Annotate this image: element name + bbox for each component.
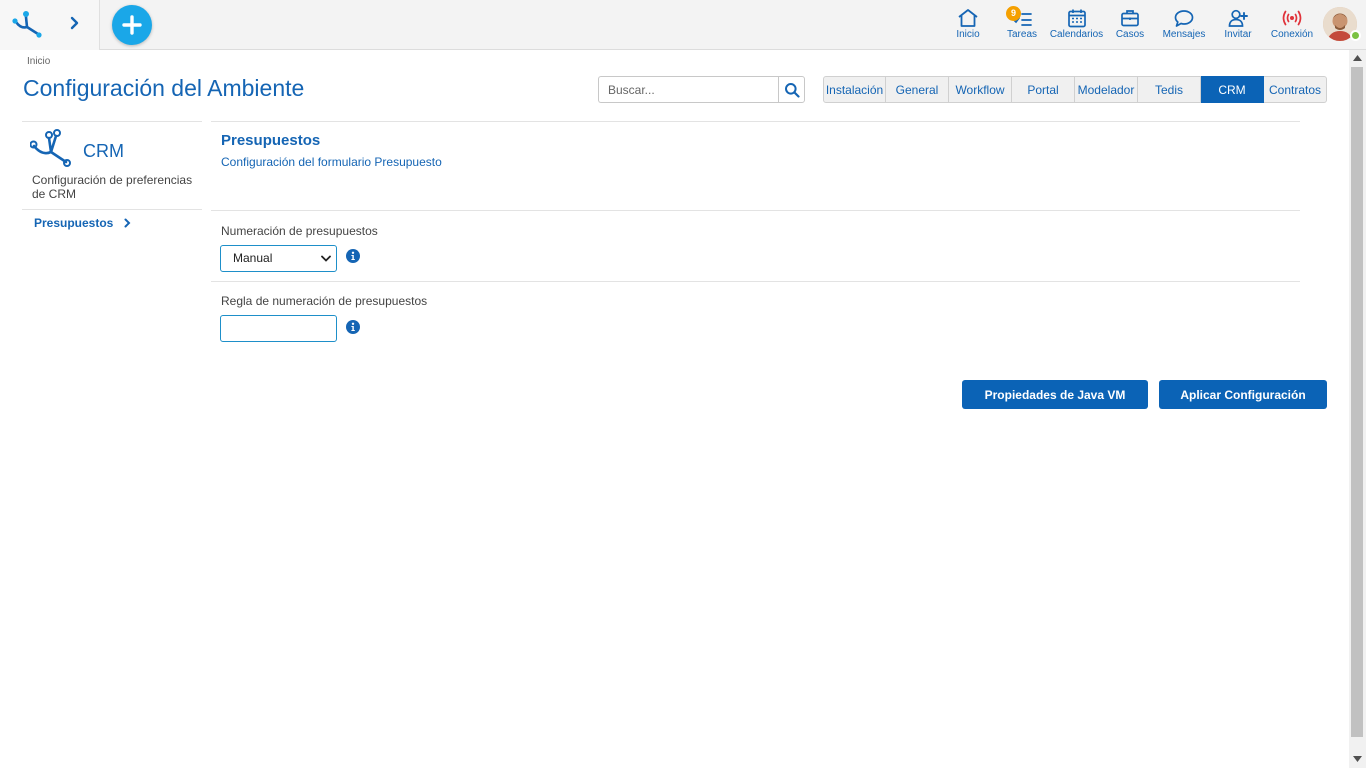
sidebar-top-divider (22, 121, 202, 122)
regla-label: Regla de numeración de presupuestos (221, 294, 428, 308)
scroll-up-arrow-icon[interactable] (1353, 55, 1362, 61)
nav-casos[interactable]: Casos (1113, 0, 1147, 50)
chevron-down-icon (321, 255, 331, 262)
tab-tedis[interactable]: Tedis (1138, 76, 1201, 103)
numeracion-select[interactable]: Manual (220, 245, 337, 272)
nav-calendarios[interactable]: Calendarios (1049, 0, 1104, 50)
search-icon (785, 83, 800, 98)
online-status-dot (1350, 30, 1361, 41)
sidebar-divider (22, 209, 202, 210)
nav-invitar[interactable]: Invitar (1222, 0, 1254, 50)
sidebar-title: CRM (83, 141, 124, 161)
regla-input[interactable] (220, 315, 337, 342)
chevron-right-icon (124, 218, 131, 228)
numeracion-label: Numeración de presupuestos (221, 224, 378, 238)
section-title: Presupuestos (221, 132, 321, 149)
java-vm-properties-button[interactable]: Propiedades de Java VM (962, 380, 1148, 409)
brand-area (0, 0, 100, 50)
tab-instalacion[interactable]: Instalación (823, 76, 886, 103)
nav-tareas-label: Tareas (1006, 29, 1037, 40)
tab-modelador[interactable]: Modelador (1075, 76, 1138, 103)
nav-inicio-label: Inicio (956, 29, 980, 40)
chat-icon (1174, 10, 1194, 27)
nav-calendarios-label: Calendarios (1049, 29, 1104, 40)
home-icon (958, 9, 978, 27)
apply-configuration-button[interactable]: Aplicar Configuración (1159, 380, 1327, 409)
nav-mensajes[interactable]: Mensajes (1162, 0, 1206, 50)
tab-general[interactable]: General (886, 76, 949, 103)
add-user-icon (1228, 9, 1248, 27)
briefcase-icon (1121, 10, 1139, 27)
sidebar-item-label: Presupuestos (34, 216, 114, 230)
scrollbar-thumb[interactable] (1351, 67, 1363, 737)
nav-conexion-label: Conexión (1270, 29, 1314, 40)
content-top-divider (211, 121, 1300, 122)
calendar-icon (1067, 9, 1086, 28)
create-new-button[interactable] (112, 5, 152, 45)
config-tabs: Instalación General Workflow Portal Mode… (823, 76, 1327, 103)
section-subtitle: Configuración del formulario Presupuesto (221, 155, 442, 169)
numeracion-selected-value: Manual (233, 251, 273, 265)
nav-tareas[interactable]: 9 Tareas (1003, 0, 1041, 50)
sidebar-description: Configuración de preferencias de CRM (32, 173, 193, 201)
nav-invitar-label: Invitar (1224, 29, 1252, 40)
search-input[interactable] (598, 76, 779, 103)
info-icon[interactable] (346, 320, 360, 334)
field-divider (211, 281, 1300, 282)
tab-crm[interactable]: CRM (1201, 76, 1264, 103)
top-bar: Inicio 9 Tareas Calendarios Casos Mensaj… (0, 0, 1366, 50)
nav-casos-label: Casos (1115, 29, 1145, 40)
tab-contratos[interactable]: Contratos (1264, 76, 1327, 103)
app-logo-icon[interactable] (12, 9, 42, 39)
scroll-down-arrow-icon[interactable] (1353, 756, 1362, 762)
page-title: Configuración del Ambiente (23, 75, 305, 101)
broadcast-icon (1282, 10, 1302, 26)
chevron-right-icon[interactable] (68, 14, 82, 32)
info-icon[interactable] (346, 249, 360, 263)
tab-workflow[interactable]: Workflow (949, 76, 1012, 103)
crm-logo-icon (30, 129, 71, 167)
nav-inicio[interactable]: Inicio (950, 0, 986, 50)
search-button[interactable] (778, 76, 805, 103)
tab-portal[interactable]: Portal (1012, 76, 1075, 103)
tasks-badge: 9 (1006, 6, 1021, 21)
nav-mensajes-label: Mensajes (1162, 29, 1206, 40)
breadcrumb[interactable]: Inicio (27, 56, 50, 67)
plus-icon (122, 15, 142, 35)
section-divider (211, 210, 1300, 211)
sidebar-item-presupuestos[interactable]: Presupuestos (34, 215, 131, 231)
nav-conexion[interactable]: Conexión (1270, 0, 1314, 50)
